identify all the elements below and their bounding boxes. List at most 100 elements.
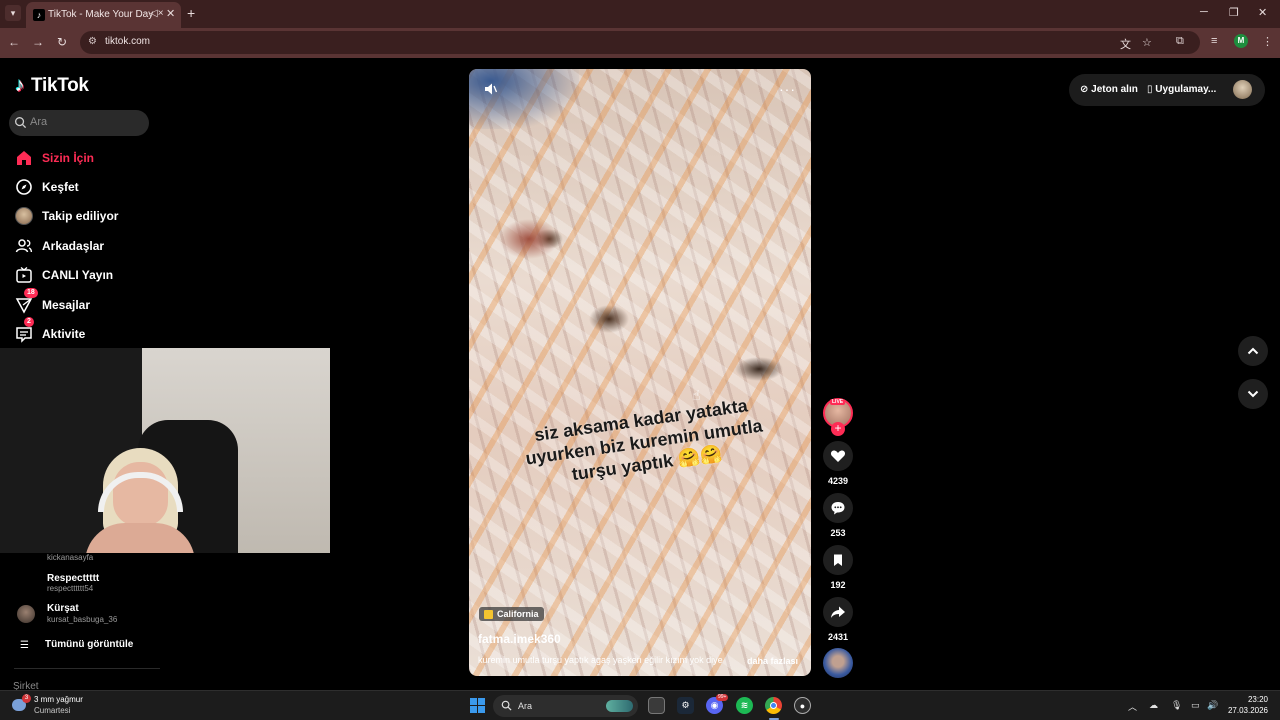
new-tab-button[interactable]: + [187, 5, 195, 21]
search-input[interactable]: Ara [9, 110, 149, 136]
logo-text: TikTok [31, 75, 89, 96]
back-icon[interactable]: ← [6, 35, 22, 49]
nav-activity[interactable]: 2 Aktivite [14, 317, 85, 345]
tray-overflow-icon[interactable]: ︿ [1128, 700, 1137, 713]
nav-messages[interactable]: 18 Mesajlar [14, 288, 91, 316]
webcam-overlay [0, 348, 330, 553]
video-player[interactable]: ··· siz aksama kadar yatakta uyurken biz… [469, 69, 811, 676]
location-badge[interactable]: California [479, 607, 544, 621]
like-button[interactable] [823, 441, 853, 471]
browser-tab[interactable]: ♪ TikTok - Make Your Day ◁× ✕ [26, 2, 181, 28]
live-icon [14, 265, 34, 285]
taskbar-search-label: Ara [518, 701, 533, 711]
microphone-icon[interactable]: 🎙 [1171, 700, 1182, 711]
phone-icon: ▯ [1147, 84, 1153, 95]
chrome-icon[interactable] [765, 697, 782, 714]
comment-button[interactable] [823, 493, 853, 523]
nav-label: Keşfet [42, 180, 79, 194]
heart-icon [830, 450, 846, 462]
nav-label: Mesajlar [42, 298, 91, 312]
nav-for-you[interactable]: Sizin İçin [14, 147, 94, 169]
close-window-icon[interactable]: ✕ [1258, 6, 1267, 19]
tab-mute-icon[interactable]: ◁× [150, 8, 164, 19]
extensions-icon[interactable]: ⧉ [1176, 35, 1184, 48]
obs-icon[interactable]: ● [794, 697, 811, 714]
volume-icon[interactable] [483, 81, 499, 97]
avatar[interactable] [17, 605, 35, 623]
site-info-icon[interactable]: ⚙ [88, 36, 97, 47]
following-handle: respectttttt54 [47, 584, 94, 593]
browser-profile-avatar[interactable]: M [1234, 34, 1248, 48]
home-icon [14, 148, 34, 168]
save-count: 192 [830, 580, 846, 590]
following-name[interactable]: Respecttttt [47, 573, 99, 584]
comment-count: 253 [830, 528, 846, 538]
browser-tab-bar: ▾ ♪ TikTok - Make Your Day ◁× ✕ + ─ ❐ ✕ [0, 0, 1280, 28]
discord-badge: 99+ [716, 694, 729, 701]
follow-plus-button[interactable]: + [831, 422, 845, 436]
hand-cursor-icon: ☝ [692, 387, 701, 403]
translate-icon[interactable]: 文 [1120, 36, 1131, 52]
browser-menu-icon[interactable]: ⋮ [1262, 35, 1273, 48]
see-all-link[interactable]: Tümünü görüntüle [45, 639, 133, 650]
bookmark-star-icon[interactable]: ☆ [1142, 36, 1152, 49]
video-author[interactable]: fatma.imek360 [478, 632, 561, 646]
share-count: 2431 [827, 632, 849, 642]
tab-search-button[interactable]: ▾ [5, 5, 21, 21]
share-icon [831, 606, 845, 618]
start-button[interactable] [470, 698, 485, 713]
nav-following[interactable]: Takip ediliyor [14, 205, 118, 227]
like-count: 4239 [827, 476, 849, 486]
company-heading[interactable]: Şirket [13, 681, 39, 690]
nav-live[interactable]: CANLI Yayın [14, 264, 113, 286]
get-coins-label: Jeton alın [1091, 84, 1138, 95]
minimize-icon[interactable]: ─ [1200, 6, 1208, 18]
profile-avatar[interactable] [1233, 80, 1252, 99]
nav-friends[interactable]: Arkadaşlar [14, 235, 104, 257]
volume-icon[interactable]: 🔊 [1207, 700, 1218, 711]
next-video-button[interactable] [1238, 379, 1268, 409]
weather-text[interactable]: 3 mm yağmur [34, 695, 83, 704]
nav-label: CANLI Yayın [42, 268, 114, 282]
taskbar-search[interactable]: Ara [493, 695, 638, 717]
restore-icon[interactable]: ❐ [1229, 6, 1239, 19]
browser-toolbar: ← → ↻ ⚙ tiktok.com 文 ☆ ⧉ ≡ M ⋮ [0, 28, 1280, 58]
nav-explore[interactable]: Keşfet [14, 176, 79, 198]
previous-video-button[interactable] [1238, 336, 1268, 366]
address-bar[interactable]: ⚙ tiktok.com 文 ☆ [80, 31, 1200, 54]
music-disc-icon[interactable] [823, 648, 853, 678]
following-name[interactable]: Kürşat [47, 603, 79, 614]
search-placeholder: Ara [30, 116, 48, 128]
nav-label: Sizin İçin [42, 151, 95, 165]
media-control-icon[interactable]: ≡ [1211, 35, 1217, 47]
share-button[interactable] [823, 597, 853, 627]
get-app-button[interactable]: ▯ Uygulamay... [1147, 84, 1216, 95]
get-coins-button[interactable]: ⊘ Jeton alın [1080, 84, 1138, 95]
windows-taskbar: 3 3 mm yağmur Cumartesi Ara ⚙ ◉ 99+ ≋ ● … [0, 690, 1280, 720]
live-badge: LIVE [830, 399, 846, 405]
url-text: tiktok.com [105, 36, 151, 47]
tiktok-page: ♪ TikTok Ara Sizin İçin Keşfet Takip edil… [0, 58, 1280, 690]
compass-icon [14, 177, 34, 197]
network-icon[interactable]: ▭ [1191, 700, 1200, 711]
spotify-icon[interactable]: ≋ [736, 697, 753, 714]
following-handle[interactable]: kickanasayfa [47, 553, 93, 562]
see-more-link[interactable]: daha fazlası [747, 656, 798, 666]
forward-icon[interactable]: → [30, 35, 46, 49]
sidebar-divider [14, 668, 160, 669]
tab-close-icon[interactable]: ✕ [166, 7, 175, 20]
save-button[interactable] [823, 545, 853, 575]
onedrive-icon[interactable]: ☁ [1149, 700, 1158, 711]
nav-label: Arkadaşlar [42, 239, 105, 253]
search-highlight-icon [606, 700, 633, 712]
more-options-icon[interactable]: ··· [779, 81, 796, 97]
clock[interactable]: 23:20 [1230, 695, 1268, 704]
tiktok-favicon-icon: ♪ [33, 9, 45, 21]
tiktok-logo[interactable]: ♪ TikTok [15, 75, 89, 97]
steam-icon[interactable]: ⚙ [677, 697, 694, 714]
reload-icon[interactable]: ↻ [54, 35, 70, 49]
webcam-streamer [85, 448, 195, 553]
get-app-label: Uygulamay... [1155, 84, 1217, 95]
date[interactable]: 27.03.2026 [1226, 706, 1268, 715]
task-view-icon[interactable] [648, 697, 665, 714]
